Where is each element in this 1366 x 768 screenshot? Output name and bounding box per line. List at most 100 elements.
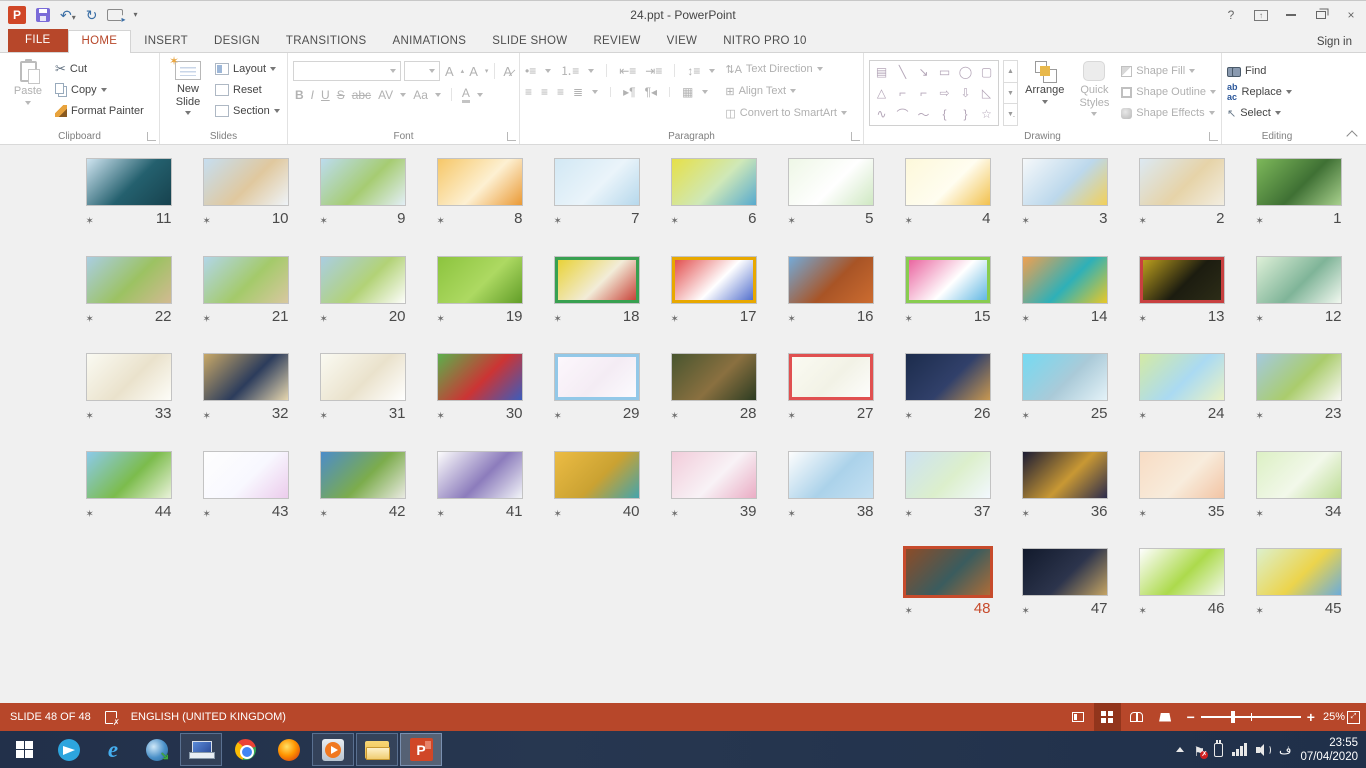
sign-in-link[interactable]: Sign in — [1317, 36, 1352, 48]
slide-cell-29[interactable]: ✶29 — [538, 353, 655, 451]
shapes-scroll-down-icon[interactable]: ▼ — [1003, 83, 1018, 105]
taskbar-powerpoint-button[interactable]: P — [400, 733, 442, 766]
slide-thumbnail-16[interactable] — [788, 256, 874, 304]
slide-cell-27[interactable]: ✶27 — [772, 353, 889, 451]
slide-thumbnail-24[interactable] — [1139, 353, 1225, 401]
line-spacing-icon[interactable]: ↕≡ — [687, 64, 700, 78]
slide-thumbnail-20[interactable] — [320, 256, 406, 304]
slide-cell-31[interactable]: ✶31 — [304, 353, 421, 451]
paste-button[interactable]: Paste — [5, 57, 51, 128]
slide-cell-1[interactable]: ✶1 — [1240, 158, 1357, 256]
restore-button[interactable] — [1306, 3, 1336, 27]
ltr-direction-icon[interactable]: ▸¶ — [623, 85, 635, 99]
spell-check-icon[interactable] — [105, 711, 117, 724]
columns-icon[interactable]: ▦ — [682, 85, 693, 99]
slide-cell-43[interactable]: ✶43 — [187, 451, 304, 549]
slide-cell-25[interactable]: ✶25 — [1006, 353, 1123, 451]
slide-cell-16[interactable]: ✶16 — [772, 256, 889, 354]
slide-cell-23[interactable]: ✶23 — [1240, 353, 1357, 451]
slide-thumbnail-30[interactable] — [437, 353, 523, 401]
shape-gallery-item-1[interactable]: ╲ — [892, 62, 913, 83]
shrink-font-button[interactable]: A▾ — [467, 64, 488, 79]
slide-cell-41[interactable]: ✶41 — [421, 451, 538, 549]
slide-thumbnail-14[interactable] — [1022, 256, 1108, 304]
start-button[interactable] — [0, 731, 48, 768]
slide-thumbnail-4[interactable] — [905, 158, 991, 206]
slide-cell-10[interactable]: ✶10 — [187, 158, 304, 256]
tab-slide-show[interactable]: SLIDE SHOW — [479, 31, 580, 52]
slide-cell-12[interactable]: ✶12 — [1240, 256, 1357, 354]
clear-formatting-button[interactable]: A̷ — [501, 64, 512, 79]
replace-button[interactable]: abacReplace — [1227, 83, 1292, 101]
slide-thumbnail-32[interactable] — [203, 353, 289, 401]
slide-cell-13[interactable]: ✶13 — [1123, 256, 1240, 354]
slide-cell-33[interactable]: ✶33 — [70, 353, 187, 451]
repeat-icon[interactable]: ↻ — [86, 8, 98, 22]
slide-cell-4[interactable]: ✶4 — [889, 158, 1006, 256]
slide-thumbnail-17[interactable] — [671, 256, 757, 304]
tray-expand-icon[interactable] — [1176, 747, 1184, 752]
slide-cell-20[interactable]: ✶20 — [304, 256, 421, 354]
slide-cell-7[interactable]: ✶7 — [538, 158, 655, 256]
slide-cell-36[interactable]: ✶36 — [1006, 451, 1123, 549]
slide-cell-44[interactable]: ✶44 — [70, 451, 187, 549]
tab-design[interactable]: DESIGN — [201, 31, 273, 52]
shape-gallery-item-12[interactable]: ∿ — [871, 104, 892, 125]
slide-cell-9[interactable]: ✶9 — [304, 158, 421, 256]
power-battery-icon[interactable] — [1214, 743, 1223, 757]
taskbar-idm-button[interactable] — [136, 731, 178, 768]
bullets-icon[interactable]: •≡ — [525, 64, 536, 78]
tab-home[interactable]: HOME — [68, 30, 132, 53]
slide-thumbnail-2[interactable] — [1139, 158, 1225, 206]
shape-gallery-item-4[interactable]: ◯ — [955, 62, 976, 83]
slide-thumbnail-37[interactable] — [905, 451, 991, 499]
slide-show-button[interactable] — [1152, 703, 1179, 731]
shape-gallery-item-0[interactable]: ▤ — [871, 62, 892, 83]
align-left-icon[interactable]: ≡ — [525, 85, 532, 99]
zoom-slider[interactable] — [1201, 716, 1301, 718]
shape-outline-button[interactable]: Shape Outline — [1121, 83, 1216, 101]
slide-thumbnail-22[interactable] — [86, 256, 172, 304]
numbering-icon[interactable]: ⒈≡ — [560, 62, 579, 79]
slide-cell-19[interactable]: ✶19 — [421, 256, 538, 354]
shape-fill-button[interactable]: Shape Fill — [1121, 62, 1216, 80]
bold-button[interactable]: B — [295, 88, 304, 102]
slide-thumbnail-13[interactable] — [1139, 256, 1225, 304]
text-direction-button[interactable]: ⇅AText Direction — [725, 60, 847, 78]
shadow-button[interactable]: S — [337, 88, 345, 102]
shape-gallery-item-11[interactable]: ◺ — [976, 83, 997, 104]
shapes-more-icon[interactable]: ▼̱ — [1003, 104, 1018, 126]
slide-thumbnail-40[interactable] — [554, 451, 640, 499]
slide-thumbnail-33[interactable] — [86, 353, 172, 401]
italic-button[interactable]: I — [311, 88, 314, 102]
slide-cell-2[interactable]: ✶2 — [1123, 158, 1240, 256]
arrange-button[interactable]: Arrange — [1022, 57, 1068, 128]
undo-dropdown-icon[interactable]: ▾ — [72, 13, 76, 22]
slide-cell-5[interactable]: ✶5 — [772, 158, 889, 256]
find-button[interactable]: Find — [1227, 62, 1292, 80]
slide-thumbnail-10[interactable] — [203, 158, 289, 206]
taskbar-firefox-button[interactable] — [268, 731, 310, 768]
ribbon-display-options-button[interactable]: ↑ — [1246, 3, 1276, 27]
slide-cell-11[interactable]: ✶11 — [70, 158, 187, 256]
slide-cell-24[interactable]: ✶24 — [1123, 353, 1240, 451]
minimize-button[interactable] — [1276, 3, 1306, 27]
slide-thumbnail-3[interactable] — [1022, 158, 1108, 206]
normal-view-button[interactable] — [1065, 703, 1092, 731]
slide-cell-35[interactable]: ✶35 — [1123, 451, 1240, 549]
slide-cell-15[interactable]: ✶15 — [889, 256, 1006, 354]
slide-thumbnail-36[interactable] — [1022, 451, 1108, 499]
slide-cell-28[interactable]: ✶28 — [655, 353, 772, 451]
slide-thumbnail-21[interactable] — [203, 256, 289, 304]
select-button[interactable]: ↖Select — [1227, 104, 1292, 122]
slide-cell-37[interactable]: ✶37 — [889, 451, 1006, 549]
slide-thumbnail-18[interactable] — [554, 256, 640, 304]
slide-cell-32[interactable]: ✶32 — [187, 353, 304, 451]
tab-nitro-pro-10[interactable]: NITRO PRO 10 — [710, 31, 819, 52]
slide-thumbnail-1[interactable] — [1256, 158, 1342, 206]
slide-cell-26[interactable]: ✶26 — [889, 353, 1006, 451]
increase-indent-icon[interactable]: ⇥≡ — [645, 64, 662, 78]
fit-slide-to-window-icon[interactable]: ⤢ — [1347, 711, 1360, 724]
font-color-button[interactable]: A — [462, 86, 470, 103]
taskbar-kmplayer-button[interactable] — [312, 733, 354, 766]
